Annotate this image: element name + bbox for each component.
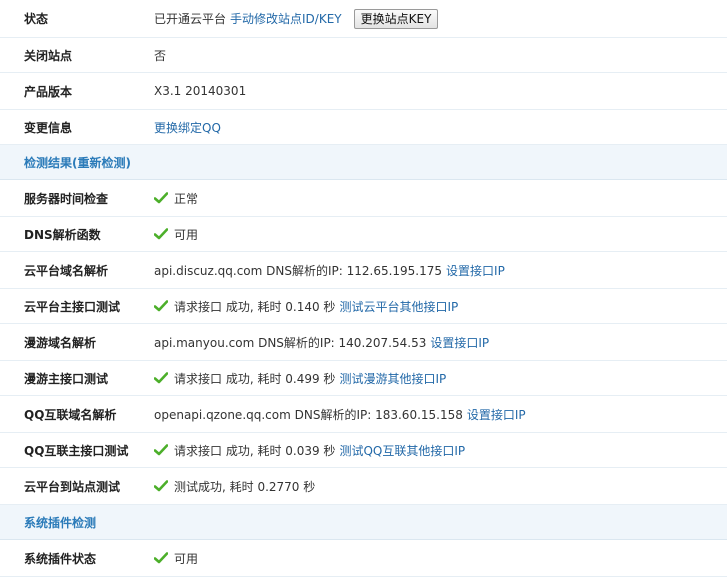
close-site-label: 关闭站点: [24, 48, 73, 63]
row-qq-api: QQ互联主接口测试 请求接口 成功, 耗时 0.039 秒 测试QQ互联其他接口…: [0, 433, 727, 468]
server-time-text: 正常: [174, 191, 199, 206]
plugin-status-text: 可用: [174, 551, 199, 566]
check-results-title[interactable]: 检测结果(重新检测): [0, 154, 131, 171]
plugin-status-label: 系统插件状态: [24, 551, 97, 566]
row-close-site: 关闭站点 否: [0, 38, 727, 73]
row-cloud-api: 云平台主接口测试 请求接口 成功, 耗时 0.140 秒 测试云平台其他接口IP: [0, 289, 727, 324]
cloud-to-site-label: 云平台到站点测试: [24, 479, 121, 494]
section-check-results: 检测结果(重新检测): [0, 145, 727, 180]
cloud-dns-label: 云平台域名解析: [24, 263, 109, 278]
row-manyou-dns: 漫游域名解析 api.manyou.com DNS解析的IP: 140.207.…: [0, 324, 727, 361]
qq-dns-value: openapi.qzone.qq.com DNS解析的IP: 183.60.15…: [154, 406, 727, 423]
change-info-value: 更换绑定QQ: [154, 119, 727, 136]
edit-site-id-key-link[interactable]: 手动修改站点ID/KEY: [230, 10, 342, 27]
row-qq-dns: QQ互联域名解析 openapi.qzone.qq.com DNS解析的IP: …: [0, 396, 727, 433]
change-bound-qq-link[interactable]: 更换绑定QQ: [154, 119, 221, 136]
section-plugin-check: 系统插件检测: [0, 505, 727, 540]
qq-dns-text: openapi.qzone.qq.com DNS解析的IP: 183.60.15…: [154, 407, 463, 422]
plugin-check-title: 系统插件检测: [24, 515, 97, 530]
cloud-set-ip-link[interactable]: 设置接口IP: [446, 262, 505, 279]
row-plugin-status: 系统插件状态 可用: [0, 540, 727, 577]
manyou-api-value: 请求接口 成功, 耗时 0.499 秒 测试漫游其他接口IP: [154, 370, 727, 387]
check-icon: [154, 552, 168, 564]
manyou-api-text: 请求接口 成功, 耗时 0.499 秒: [174, 371, 336, 386]
qq-api-value: 请求接口 成功, 耗时 0.039 秒 测试QQ互联其他接口IP: [154, 442, 727, 459]
manyou-test-other-ip-link[interactable]: 测试漫游其他接口IP: [339, 370, 446, 387]
plugin-status-value: 可用: [154, 550, 727, 567]
change-info-label: 变更信息: [24, 120, 73, 135]
change-site-key-button[interactable]: 更换站点KEY: [353, 8, 439, 29]
row-change-info: 变更信息 更换绑定QQ: [0, 110, 727, 145]
qq-dns-label: QQ互联域名解析: [24, 407, 117, 422]
check-icon: [154, 300, 168, 312]
check-icon: [154, 480, 168, 492]
row-version: 产品版本 X3.1 20140301: [0, 73, 727, 110]
qq-test-other-ip-link[interactable]: 测试QQ互联其他接口IP: [339, 442, 465, 459]
dns-func-value: 可用: [154, 226, 727, 243]
cloud-dns-text: api.discuz.qq.com DNS解析的IP: 112.65.195.1…: [154, 263, 443, 278]
manyou-dns-label: 漫游域名解析: [24, 335, 97, 350]
server-time-label: 服务器时间检查: [24, 191, 109, 206]
check-icon: [154, 444, 168, 456]
status-label: 状态: [24, 12, 49, 26]
dns-func-label: DNS解析函数: [24, 227, 101, 242]
check-icon: [154, 228, 168, 240]
row-server-time: 服务器时间检查 正常: [0, 180, 727, 217]
version-value: X3.1 20140301: [154, 84, 247, 98]
manyou-dns-text: api.manyou.com DNS解析的IP: 140.207.54.53: [154, 335, 427, 350]
cloud-to-site-value: 测试成功, 耗时 0.2770 秒: [154, 478, 727, 495]
manyou-set-ip-link[interactable]: 设置接口IP: [430, 334, 489, 351]
row-manyou-api: 漫游主接口测试 请求接口 成功, 耗时 0.499 秒 测试漫游其他接口IP: [0, 361, 727, 396]
cloud-api-label: 云平台主接口测试: [24, 299, 121, 314]
status-text: 已开通云平台: [154, 12, 227, 26]
cloud-status-table: 状态 已开通云平台 手动修改站点ID/KEY 更换站点KEY 关闭站点 否 产品…: [0, 0, 727, 577]
cloud-api-value: 请求接口 成功, 耗时 0.140 秒 测试云平台其他接口IP: [154, 298, 727, 315]
cloud-api-text: 请求接口 成功, 耗时 0.140 秒: [174, 299, 336, 314]
cloud-test-other-ip-link[interactable]: 测试云平台其他接口IP: [339, 298, 458, 315]
version-label: 产品版本: [24, 84, 73, 99]
cloud-dns-value: api.discuz.qq.com DNS解析的IP: 112.65.195.1…: [154, 262, 727, 279]
qq-set-ip-link[interactable]: 设置接口IP: [467, 406, 526, 423]
cloud-to-site-text: 测试成功, 耗时 0.2770 秒: [174, 479, 316, 494]
row-cloud-dns: 云平台域名解析 api.discuz.qq.com DNS解析的IP: 112.…: [0, 252, 727, 289]
row-status: 状态 已开通云平台 手动修改站点ID/KEY 更换站点KEY: [0, 0, 727, 38]
qq-api-label: QQ互联主接口测试: [24, 443, 129, 458]
manyou-dns-value: api.manyou.com DNS解析的IP: 140.207.54.53 设…: [154, 334, 727, 351]
manyou-api-label: 漫游主接口测试: [24, 371, 109, 386]
dns-func-text: 可用: [174, 227, 199, 242]
server-time-value: 正常: [154, 190, 727, 207]
row-cloud-to-site: 云平台到站点测试 测试成功, 耗时 0.2770 秒: [0, 468, 727, 505]
status-value: 已开通云平台 手动修改站点ID/KEY 更换站点KEY: [154, 8, 727, 29]
qq-api-text: 请求接口 成功, 耗时 0.039 秒: [174, 443, 336, 458]
check-icon: [154, 192, 168, 204]
check-icon: [154, 372, 168, 384]
close-site-value: 否: [154, 48, 167, 63]
row-dns-func: DNS解析函数 可用: [0, 217, 727, 252]
